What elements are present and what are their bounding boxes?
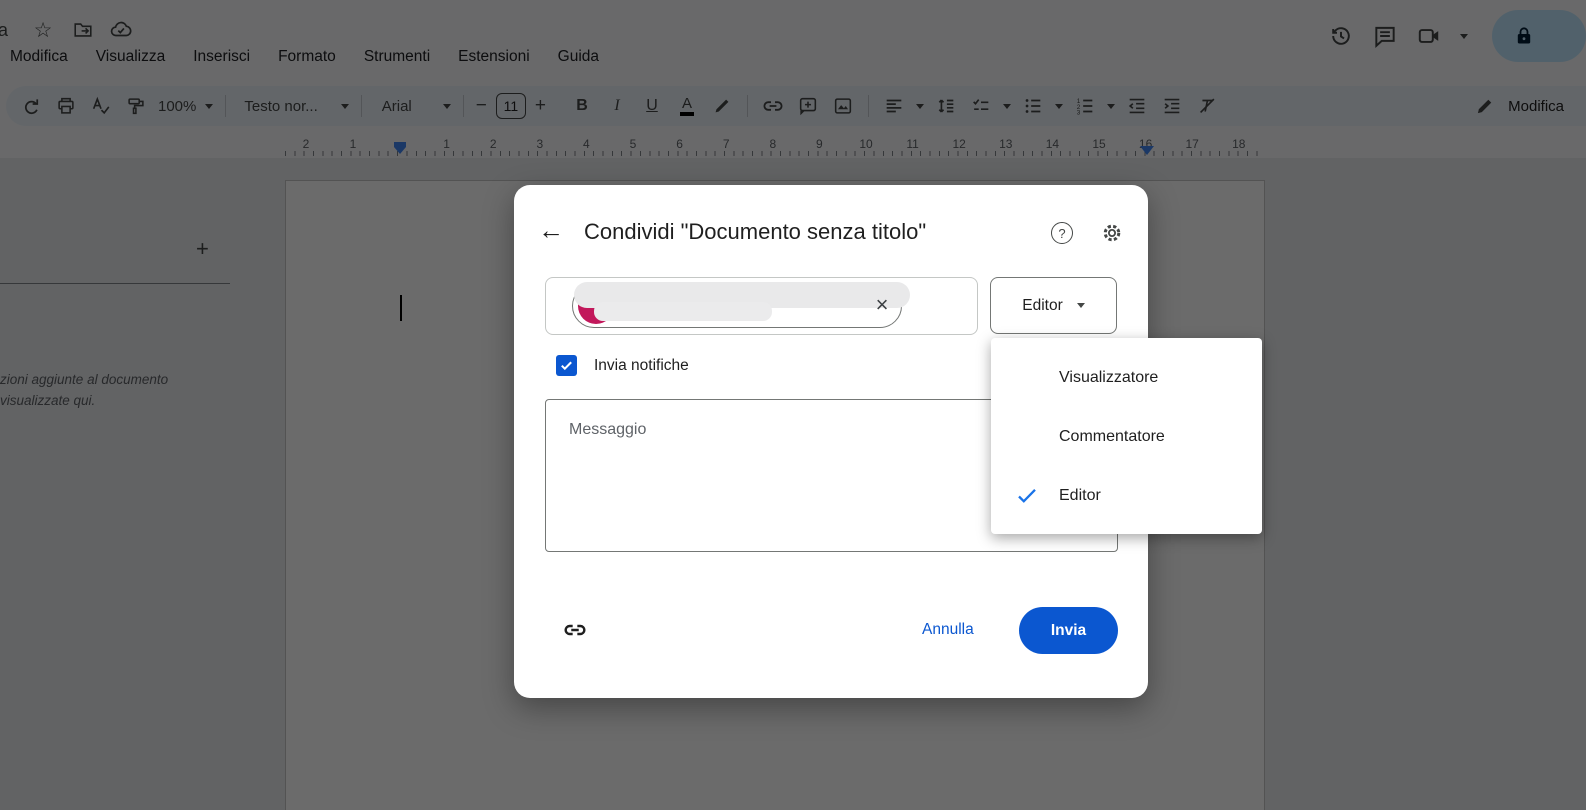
google-docs-app: a ☆ Modifica Visualizza Inserisci Format… [0, 0, 1586, 810]
copy-link-icon[interactable] [561, 616, 589, 644]
notify-row: Invia notifiche [556, 355, 689, 376]
role-dropdown-caret-icon [1076, 303, 1085, 308]
notify-label: Invia notifiche [594, 356, 689, 374]
share-dialog-title: Condividi "Documento senza titolo" [584, 219, 927, 244]
settings-gear-icon[interactable] [1100, 221, 1124, 245]
message-placeholder: Messaggio [569, 421, 647, 438]
remove-recipient-icon[interactable]: × [869, 292, 895, 318]
role-item-commentatore[interactable]: Commentatore [991, 407, 1262, 466]
cancel-button[interactable]: Annulla [922, 621, 974, 639]
redaction-smear [594, 302, 772, 321]
help-icon[interactable]: ? [1051, 222, 1073, 244]
role-item-editor[interactable]: Editor [991, 466, 1262, 525]
send-button[interactable]: Invia [1019, 607, 1118, 654]
selected-check-icon [1015, 484, 1039, 508]
notify-checkbox[interactable] [556, 355, 577, 376]
role-dropdown-button[interactable]: Editor [990, 277, 1117, 334]
role-menu: Visualizzatore Commentatore Editor [991, 338, 1262, 534]
back-arrow-icon[interactable]: ← [538, 217, 564, 243]
role-dropdown-label: Editor [1022, 296, 1063, 314]
role-item-visualizzatore[interactable]: Visualizzatore [991, 348, 1262, 407]
